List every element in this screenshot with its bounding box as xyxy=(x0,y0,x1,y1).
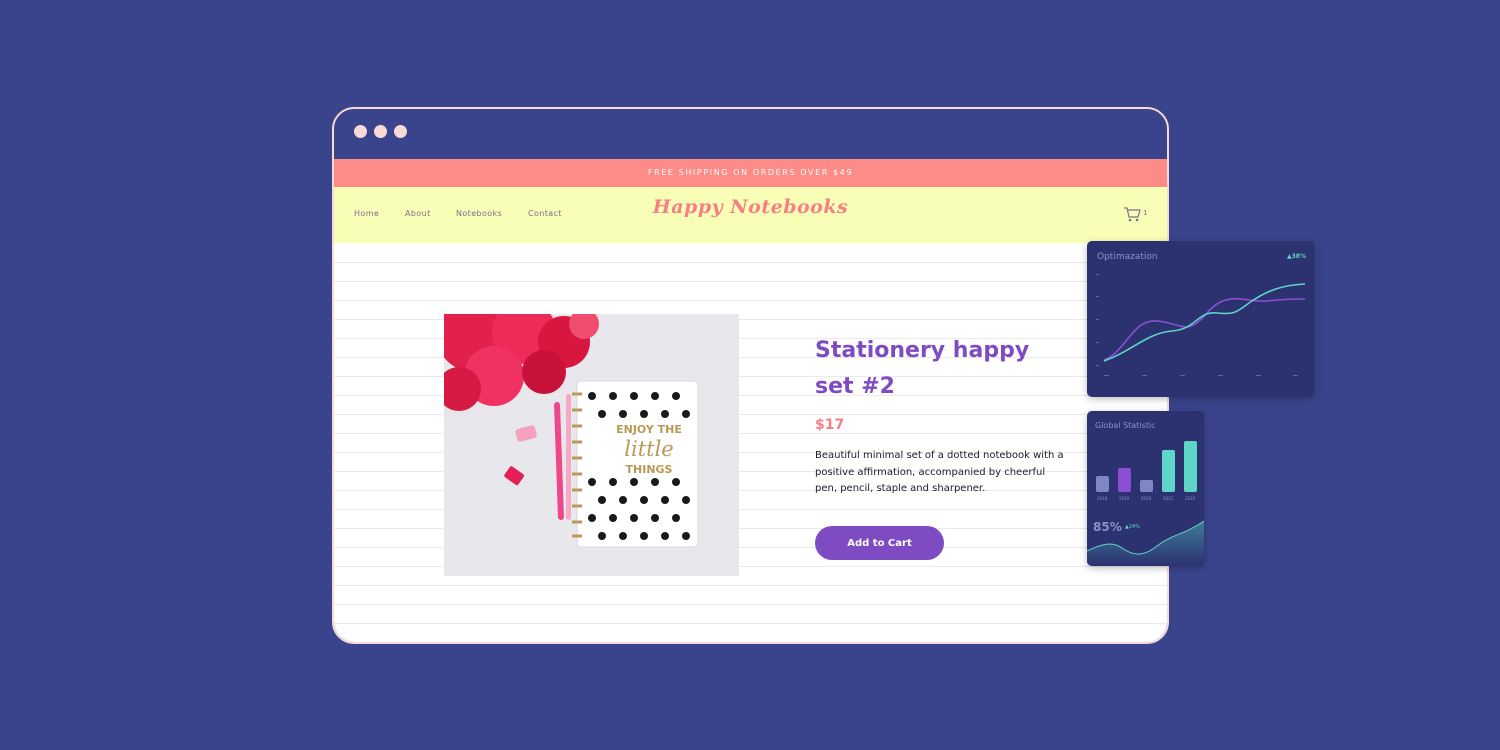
stat-bar-label: 2018 xyxy=(1097,496,1108,501)
global-statistic-widget: Global Statistic 2018 2019 2020 2021 2022 85… xyxy=(1087,411,1204,566)
optimization-widget: Optimazation ▲38% xyxy=(1087,241,1314,397)
browser-titlebar xyxy=(334,109,1167,159)
product-price: $17 xyxy=(815,417,845,433)
stat-bar-label: 2022 xyxy=(1185,496,1196,501)
stat-bar-2019 xyxy=(1118,468,1131,492)
product-title-line2: set #2 xyxy=(815,374,895,399)
optimization-line-chart xyxy=(1096,274,1306,376)
notebook-text-line3: THINGS xyxy=(626,463,673,476)
top-navigation: Home About Notebooks Contact Happy Noteb… xyxy=(334,187,1167,243)
notebook-text-line2: little xyxy=(624,437,673,461)
brand-logo[interactable]: Happy Notebooks xyxy=(334,196,1167,218)
product-image[interactable]: ENJOY THE little THINGS xyxy=(444,314,739,576)
shipping-banner: FREE SHIPPING ON ORDERS OVER $49 xyxy=(334,159,1167,187)
product-title-line1: Stationery happy xyxy=(815,338,1030,363)
window-dot-minimize[interactable] xyxy=(374,125,387,138)
stat-bar-2022 xyxy=(1184,441,1197,492)
cart-icon[interactable] xyxy=(1123,206,1141,222)
stat-bar-label: 2020 xyxy=(1141,496,1152,501)
window-dot-maximize[interactable] xyxy=(394,125,407,138)
browser-window: FREE SHIPPING ON ORDERS OVER $49 Home Ab… xyxy=(332,107,1169,644)
stat-bar-2021 xyxy=(1162,450,1175,492)
product-section: ENJOY THE little THINGS Stationery happy… xyxy=(334,243,1167,642)
global-statistic-title: Global Statistic xyxy=(1095,421,1156,430)
add-to-cart-button[interactable]: Add to Cart xyxy=(815,526,944,560)
stat-bar-label: 2019 xyxy=(1119,496,1130,501)
stat-bar-label: 2021 xyxy=(1163,496,1174,501)
product-description: Beautiful minimal set of a dotted notebo… xyxy=(815,450,1064,494)
window-dot-close[interactable] xyxy=(354,125,367,138)
stat-bar-2018 xyxy=(1096,476,1109,492)
product-title: Stationery happy set #2 xyxy=(815,333,1055,405)
notebook-text-line1: ENJOY THE xyxy=(616,423,682,436)
cart-count: 1 xyxy=(1143,209,1148,217)
stat-bar-2020 xyxy=(1140,480,1153,492)
global-area-chart xyxy=(1087,520,1204,566)
